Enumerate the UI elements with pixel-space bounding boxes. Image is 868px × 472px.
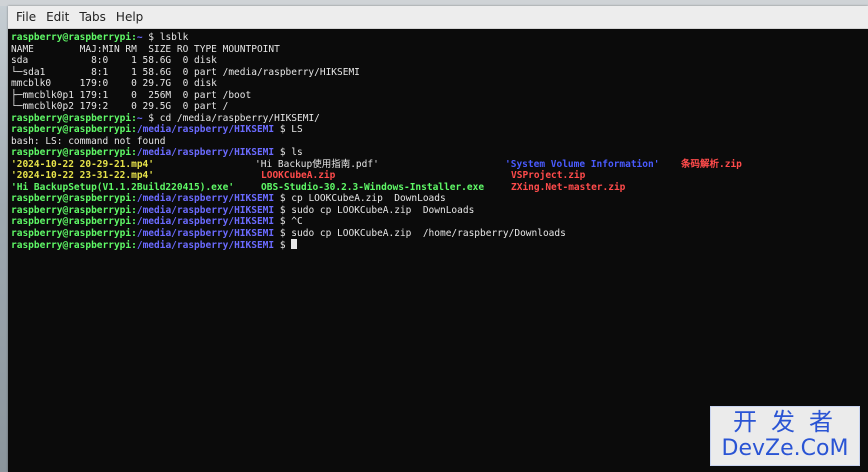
ls-output-row: '2024-10-22 20-29-21.mp4' 'Hi Backup使用指南.… [11, 159, 868, 171]
prompt-user: raspberry@raspberrypi: [11, 204, 137, 216]
prompt-path: /media/raspberry/HIKSEMI [136, 204, 275, 216]
menu-file[interactable]: File [12, 10, 40, 24]
output-line: bash: LS: command not found [11, 136, 868, 148]
command-text: $ ls [274, 147, 303, 158]
ls-output-row: '2024-10-22 23-31-22.mp4' LOOKCubeA.zip VS… [11, 170, 868, 182]
output-line: NAME MAJ:MIN RM SIZE RO TYPE MOUNTPOINT [11, 44, 868, 56]
prompt-line: raspberry@raspberrypi:/media/raspberry/H… [11, 228, 868, 240]
prompt-user: raspberry@raspberrypi: [11, 227, 137, 239]
menu-edit[interactable]: Edit [42, 10, 73, 24]
prompt-path: /media/raspberry/HIKSEMI [136, 216, 275, 227]
watermark-chinese-text: 开发者 [733, 408, 847, 436]
ls-output-row: 'Hi BackupSetup(V1.1.2Build220415).exe' O… [11, 182, 868, 194]
command-text: $ cd /media/raspberry/HIKSEMI/ [142, 112, 320, 124]
file-entry: '2024-10-22 20-29-21.mp4' [11, 158, 154, 170]
output-text: ├─mmcblk0p1 179:1 0 256M 0 part /boot [11, 89, 252, 101]
watermark-domain-text: DevZe.CoM [721, 436, 849, 461]
command-text: $ sudo cp LOOKCubeA.zip /home/raspberry/… [274, 227, 566, 239]
menu-help[interactable]: Help [112, 10, 147, 24]
command-text: $ ^C [274, 216, 303, 227]
prompt-line: raspberry@raspberrypi:/media/raspberry/H… [11, 147, 868, 159]
prompt-user: raspberry@raspberrypi: [11, 124, 137, 135]
prompt-line: raspberry@raspberrypi:/media/raspberry/H… [11, 124, 868, 136]
output-text: mmcblk0 179:0 0 29.7G 0 disk [11, 78, 217, 89]
prompt-path: /media/raspberry/HIKSEMI [136, 227, 275, 239]
prompt-path: /media/raspberry/HIKSEMI [136, 124, 275, 135]
prompt-line: raspberry@raspberrypi:~ $ lsblk [11, 32, 868, 44]
command-text: $ LS [274, 124, 303, 135]
output-line: ├─mmcblk0p1 179:1 0 256M 0 part /boot [11, 90, 868, 102]
site-watermark-logo: 开发者 DevZe.CoM [710, 406, 860, 466]
output-line: mmcblk0 179:0 0 29.7G 0 disk [11, 78, 868, 90]
prompt-line: raspberry@raspberrypi:~ $ cd /media/rasp… [11, 113, 868, 125]
prompt-line: raspberry@raspberrypi:/media/raspberry/H… [11, 216, 868, 228]
command-text: $ cp LOOKCubeA.zip DownLoads [274, 193, 446, 204]
command-text: $ [274, 240, 292, 251]
prompt-path: /media/raspberry/HIKSEMI [136, 193, 275, 204]
output-line: └─mmcblk0p2 179:2 0 29.5G 0 part / [11, 101, 868, 113]
terminal-window: File Edit Tabs Help raspberry@raspberryp… [8, 6, 868, 472]
prompt-path: /media/raspberry/HIKSEMI [136, 240, 275, 251]
file-entry: OBS-Studio-30.2.3-Windows-Installer.exe [261, 181, 485, 193]
command-text: $ sudo cp LOOKCubeA.zip DownLoads [274, 204, 475, 216]
prompt-user: raspberry@raspberrypi: [11, 193, 137, 204]
prompt-line: raspberry@raspberrypi:/media/raspberry/H… [11, 205, 868, 217]
file-entry: ZXing.Net-master.zip [511, 181, 626, 193]
output-text: NAME MAJ:MIN RM SIZE RO TYPE MOUNTPOINT [11, 43, 280, 55]
file-entry: 'Hi Backup使用指南.pdf' [255, 158, 379, 170]
file-entry: 'Hi BackupSetup(V1.1.2Build220415).exe' [11, 181, 235, 193]
prompt-path: /media/raspberry/HIKSEMI [136, 147, 275, 158]
file-entry: LOOKCubeA.zip [261, 170, 336, 181]
output-text: sda 8:0 1 58.6G 0 disk [11, 55, 217, 66]
command-text: $ lsblk [142, 32, 189, 43]
file-entry: 条码解析.zip [681, 158, 742, 170]
output-line: └─sda1 8:1 1 58.6G 0 part /media/raspber… [11, 67, 868, 79]
prompt-line: raspberry@raspberrypi:/media/raspberry/H… [11, 193, 868, 205]
text-cursor [291, 239, 298, 249]
menu-bar: File Edit Tabs Help [8, 6, 868, 29]
file-entry: 'System Volume Information' [505, 158, 660, 170]
prompt-user: raspberry@raspberrypi: [11, 147, 137, 158]
prompt-user: raspberry@raspberrypi: [11, 32, 137, 43]
file-entry: VSProject.zip [511, 170, 586, 181]
prompt-user: raspberry@raspberrypi: [11, 216, 137, 227]
prompt-user: raspberry@raspberrypi: [11, 240, 137, 251]
output-line: sda 8:0 1 58.6G 0 disk [11, 55, 868, 67]
output-text: └─mmcblk0p2 179:2 0 29.5G 0 part / [11, 101, 229, 112]
menu-tabs[interactable]: Tabs [75, 10, 110, 24]
output-text: bash: LS: command not found [11, 135, 166, 147]
prompt-line: raspberry@raspberrypi:/media/raspberry/H… [11, 239, 868, 251]
output-text: └─sda1 8:1 1 58.6G 0 part /media/raspber… [11, 66, 360, 78]
prompt-user: raspberry@raspberrypi: [11, 112, 137, 124]
file-entry: '2024-10-22 23-31-22.mp4' [11, 170, 154, 181]
